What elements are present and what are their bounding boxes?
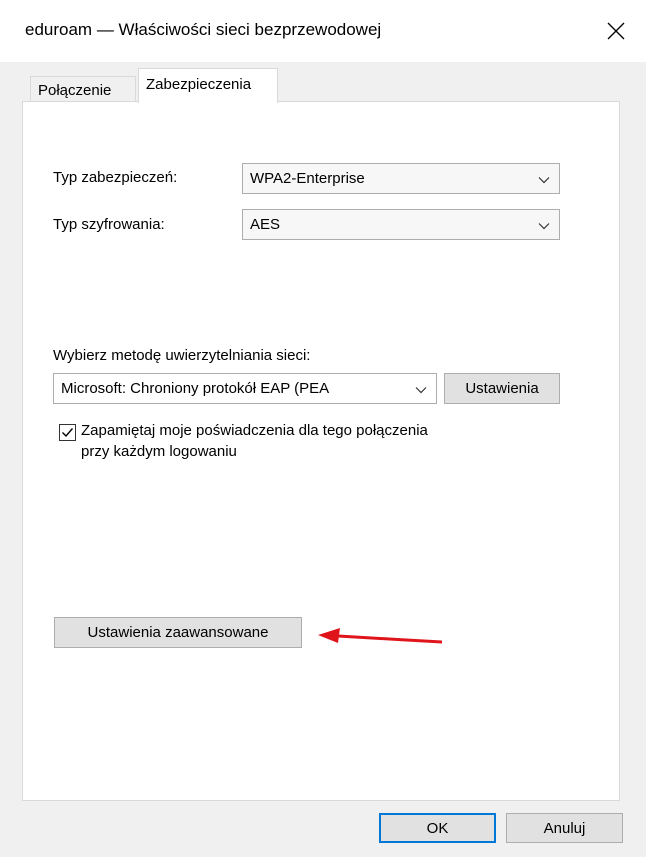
auth-method-select[interactable]: Microsoft: Chroniony protokół EAP (PEA — [53, 373, 437, 404]
remember-credentials-label-line2: przy każdym logowaniu — [81, 443, 237, 460]
window-title: eduroam — Właściwości sieci bezprzewodow… — [25, 20, 382, 39]
encryption-type-value: AES — [250, 216, 281, 233]
remember-credentials-label-line1: Zapamiętaj moje poświadczenia dla tego p… — [81, 422, 428, 439]
checkmark-icon — [62, 428, 74, 438]
security-type-value: WPA2-Enterprise — [250, 170, 365, 187]
advanced-settings-button[interactable]: Ustawienia zaawansowane — [54, 617, 302, 648]
close-button[interactable] — [586, 0, 646, 62]
tab-zabezpieczenia[interactable]: Zabezpieczenia — [138, 68, 278, 103]
encryption-type-select[interactable]: AES — [242, 209, 560, 240]
security-tab-panel: Typ zabezpieczeń: WPA2-Enterprise Typ sz… — [22, 101, 620, 801]
auth-method-label: Wybierz metodę uwierzytelniania sieci: — [53, 347, 311, 364]
red-arrow-icon — [318, 628, 442, 644]
ok-button[interactable]: OK — [379, 813, 496, 843]
chevron-down-icon — [538, 223, 550, 230]
security-type-select[interactable]: WPA2-Enterprise — [242, 163, 560, 194]
auth-settings-button[interactable]: Ustawienia — [444, 373, 560, 404]
chevron-down-icon — [538, 177, 550, 184]
chevron-down-icon — [415, 387, 427, 394]
auth-method-value: Microsoft: Chroniony protokół EAP (PEA — [61, 380, 330, 397]
cancel-button[interactable]: Anuluj — [506, 813, 623, 843]
properties-dialog: eduroam — Właściwości sieci bezprzewodow… — [0, 0, 646, 857]
title-bar: eduroam — Właściwości sieci bezprzewodow… — [0, 0, 646, 62]
tab-polaczenie[interactable]: Połączenie — [30, 76, 136, 102]
remember-credentials-checkbox[interactable] — [59, 424, 76, 441]
security-type-label: Typ zabezpieczeń: — [53, 169, 178, 186]
encryption-type-label: Typ szyfrowania: — [53, 216, 165, 233]
close-icon — [607, 22, 625, 40]
